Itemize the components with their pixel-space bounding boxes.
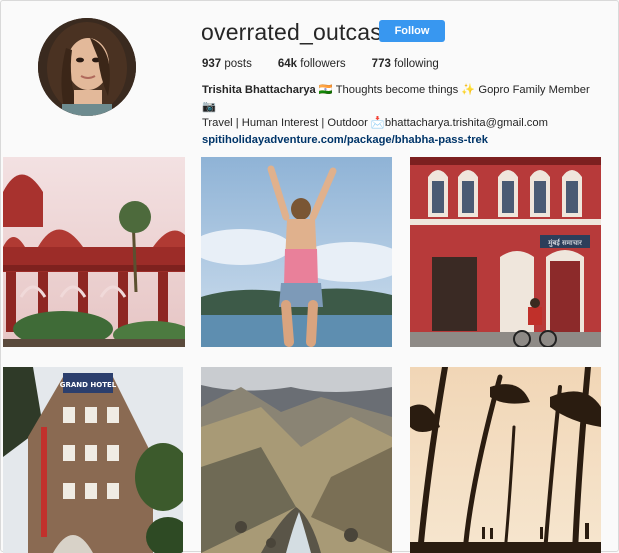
- bio-text-line2: Travel | Human Interest | Outdoor 📩bhatt…: [202, 117, 548, 129]
- hotel-sign-text: GRAND HOTEL: [60, 381, 117, 389]
- profile-username: overrated_outcast: [201, 19, 389, 45]
- post-thumbnail[interactable]: [201, 157, 392, 347]
- profile-page: overrated_outcast Follow 937 posts 64k f…: [0, 0, 619, 553]
- profile-website-link[interactable]: spitiholidayadventure.com/package/bhabha…: [202, 132, 602, 149]
- following-label: following: [394, 58, 439, 70]
- followers-count: 64k: [277, 58, 298, 70]
- profile-stats: 937 posts 64k followers 773 following: [202, 58, 439, 70]
- profile-avatar[interactable]: [38, 18, 136, 116]
- post-thumbnail[interactable]: GRAND HOTEL: [3, 367, 183, 553]
- following-count: 773: [371, 58, 391, 70]
- post-thumbnail[interactable]: [3, 157, 185, 347]
- profile-full-name: Trishita Bhattacharya: [202, 84, 316, 96]
- posts-label: posts: [224, 58, 252, 70]
- follow-button[interactable]: Follow: [379, 20, 445, 42]
- posts-count: 937: [202, 58, 222, 70]
- followers-label: followers: [300, 58, 346, 70]
- post-thumbnail[interactable]: मुंबई समाचार: [410, 157, 601, 347]
- following-stat[interactable]: 773 following: [372, 58, 439, 70]
- posts-stat: 937 posts: [202, 58, 252, 70]
- followers-stat[interactable]: 64k followers: [278, 58, 346, 70]
- profile-bio: Trishita Bhattacharya 🇮🇳 Thoughts become…: [202, 82, 602, 148]
- signboard-text: मुंबई समाचार: [548, 238, 582, 247]
- post-thumbnail[interactable]: [410, 367, 601, 553]
- post-thumbnail[interactable]: [201, 367, 392, 553]
